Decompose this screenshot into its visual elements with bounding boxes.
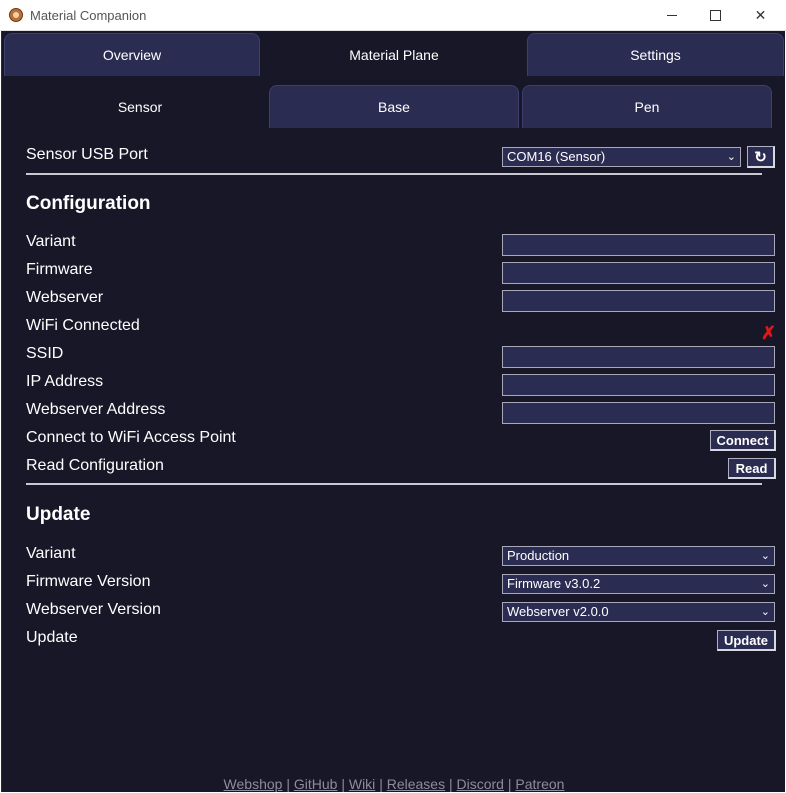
refresh-icon: ↻ [754,148,767,166]
chevron-down-icon: ⌄ [760,606,770,618]
footer-separator: | [379,776,383,792]
footer-separator: | [341,776,345,792]
config-webserver-label: Webserver [26,289,104,306]
maximize-button[interactable] [693,0,738,30]
usb-port-select[interactable]: COM16 (Sensor) ⌄ [502,147,741,167]
app-client-area: Overview Material Plane Settings Sensor … [1,31,785,792]
webserver-version-label: Webserver Version [26,601,161,618]
config-firmware-label: Firmware [26,261,93,278]
minimize-icon [666,14,677,16]
tab-label: Sensor [117,98,163,115]
tab-label: Overview [102,47,162,63]
update-variant-select[interactable]: Production ⌄ [502,546,775,566]
usb-port-label: Sensor USB Port [26,146,148,163]
tab-overview[interactable]: Overview [4,33,260,76]
footer-separator: | [507,776,512,792]
chevron-down-icon: ⌄ [726,151,736,163]
tab-sensor[interactable]: Sensor [18,85,262,128]
chevron-down-icon: ⌄ [760,550,770,562]
select-value: COM16 (Sensor) [507,149,606,164]
close-icon: ✕ [754,6,767,23]
update-button[interactable]: Update [717,630,776,651]
select-value: Firmware v3.0.2 [507,576,601,591]
footer-links: Webshop | GitHub | Wiki | Releases | Dis… [2,776,786,792]
config-variant-field[interactable] [502,234,775,256]
connect-wifi-label: Connect to WiFi Access Point [26,429,236,446]
window-titlebar: Material Companion ✕ [0,0,786,31]
configuration-title: Configuration [26,193,151,214]
refresh-ports-button[interactable]: ↻ [747,146,775,168]
footer-link-patreon[interactable]: Patreon [515,776,564,792]
window-title: Material Companion [30,8,147,23]
tab-base[interactable]: Base [269,85,519,128]
update-variant-label: Variant [26,545,76,562]
config-webserver-field[interactable] [502,290,775,312]
ssid-label: SSID [26,345,64,362]
update-row-label: Update [26,629,78,646]
webserver-address-label: Webserver Address [26,401,166,418]
minimize-button[interactable] [649,0,694,30]
footer-link-discord[interactable]: Discord [457,776,504,792]
chevron-down-icon: ⌄ [760,578,770,590]
webserver-address-field[interactable] [502,402,775,424]
tab-label: Settings [630,47,681,63]
wifi-disconnected-icon: ✗ [761,323,777,343]
select-value: Production [507,548,570,563]
firmware-version-label: Firmware Version [26,573,151,590]
divider [26,483,762,485]
tab-settings[interactable]: Settings [527,33,784,76]
close-button[interactable]: ✕ [738,0,783,30]
footer-separator: | [448,776,453,792]
wifi-connected-label: WiFi Connected [26,317,140,334]
tab-label: Pen [634,99,660,115]
ip-address-field[interactable] [502,374,775,396]
config-firmware-field[interactable] [502,262,775,284]
read-button[interactable]: Read [728,458,776,479]
firmware-version-select[interactable]: Firmware v3.0.2 ⌄ [502,574,775,594]
app-logo-icon [9,8,23,22]
footer-link-wiki[interactable]: Wiki [349,776,375,792]
footer-link-webshop[interactable]: Webshop [224,776,283,792]
webserver-version-select[interactable]: Webserver v2.0.0 ⌄ [502,602,775,622]
divider [26,173,762,175]
tab-material-plane[interactable]: Material Plane [264,33,524,76]
connect-button[interactable]: Connect [710,430,776,451]
maximize-icon [710,9,721,21]
ssid-field[interactable] [502,346,775,368]
tab-label: Material Plane [349,46,439,63]
select-value: Webserver v2.0.0 [507,604,609,619]
tab-pen[interactable]: Pen [522,85,772,128]
footer-link-releases[interactable]: Releases [387,776,445,792]
read-configuration-label: Read Configuration [26,457,164,474]
footer-separator: | [286,776,290,792]
update-title: Update [26,504,91,525]
config-variant-label: Variant [26,233,76,250]
ip-address-label: IP Address [26,373,104,390]
footer-link-github[interactable]: GitHub [294,776,338,792]
tab-label: Base [378,99,410,115]
